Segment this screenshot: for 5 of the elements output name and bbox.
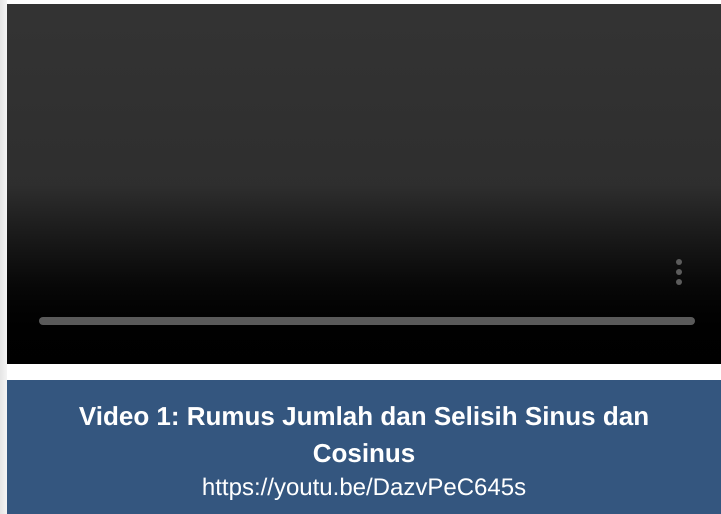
more-icon[interactable] xyxy=(675,258,683,286)
video-link[interactable]: https://youtu.be/DazvPeC645s xyxy=(202,472,526,504)
video-title: Video 1: Rumus Jumlah dan Selisih Sinus dan Cosinus xyxy=(78,400,650,470)
progress-track[interactable] xyxy=(39,317,695,325)
video-player[interactable] xyxy=(7,4,721,364)
